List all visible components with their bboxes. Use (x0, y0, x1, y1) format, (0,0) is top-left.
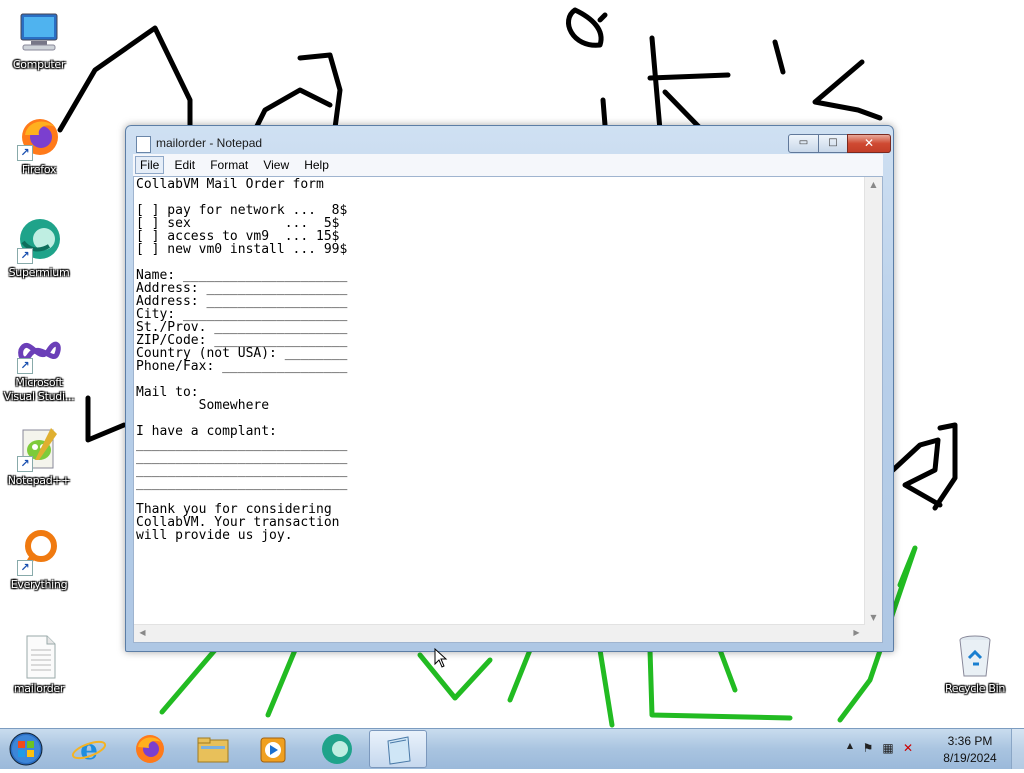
show-desktop-button[interactable] (1011, 729, 1024, 769)
network-icon[interactable]: ▦ (880, 741, 896, 757)
shortcut-arrow-icon: ↗ (17, 560, 33, 576)
everything-icon: ↗ (15, 528, 63, 576)
file-explorer-icon (197, 737, 229, 763)
start-orb-icon (9, 732, 43, 766)
text-file-icon (15, 632, 63, 680)
maximize-button[interactable]: □ (818, 134, 848, 153)
taskbar: e ▲ ⚑ ▦ ✕ 3:36 PM 8/19/2024 (0, 728, 1024, 769)
shortcut-arrow-icon: ↗ (17, 456, 33, 472)
minimize-icon: ▭ (798, 137, 809, 148)
close-icon: ✕ (863, 136, 875, 150)
notepad-window[interactable]: mailorder - Notepad ▭ □ ✕ File Edit Form… (125, 125, 894, 652)
menu-view[interactable]: View (258, 156, 294, 174)
menu-file[interactable]: File (135, 156, 165, 174)
recycle-bin-icon (951, 632, 999, 680)
media-player-icon (260, 737, 286, 763)
desktop-icon-label: Microsoft Visual Studi... (3, 376, 75, 403)
clock-time[interactable]: 3:36 PM (940, 734, 1000, 748)
window-title: mailorder - Notepad (156, 136, 263, 150)
menu-format[interactable]: Format (205, 156, 253, 174)
taskbar-firefox[interactable] (121, 730, 179, 768)
volume-muted-icon[interactable]: ✕ (900, 741, 916, 757)
size-grip[interactable] (865, 625, 882, 642)
desktop-icon-label: Supermium (8, 266, 70, 279)
desktop-icon-label: Firefox (21, 163, 57, 176)
scroll-right-icon[interactable]: ▶ (848, 628, 865, 637)
taskbar-file-explorer[interactable] (184, 730, 242, 768)
taskbar-media-player[interactable] (245, 730, 303, 768)
close-button[interactable]: ✕ (847, 134, 891, 153)
visual-studio-icon: ↗ (15, 326, 63, 374)
shortcut-arrow-icon: ↗ (17, 145, 33, 161)
horizontal-scrollbar[interactable]: ◀ ▶ (134, 624, 865, 642)
desktop-icon-supermium[interactable]: ↗ Supermium (0, 216, 79, 280)
notepad-icon (136, 136, 151, 153)
clock-date[interactable]: 8/19/2024 (940, 751, 1000, 765)
vertical-scrollbar[interactable]: ▲ ▼ (864, 177, 882, 625)
desktop-icon-firefox[interactable]: ↗ Firefox (0, 113, 79, 177)
scroll-up-icon[interactable]: ▲ (865, 180, 882, 189)
computer-icon (15, 8, 63, 56)
desktop-icon-everything[interactable]: ↗ Everything (0, 528, 79, 592)
minimize-button[interactable]: ▭ (788, 134, 819, 153)
menu-help[interactable]: Help (299, 156, 334, 174)
desktop-icon-label: Notepad++ (7, 474, 71, 487)
desktop-icon-label: Recycle Bin (944, 682, 1006, 695)
supermium-icon: ↗ (15, 216, 63, 264)
notepad-plus-plus-icon: ↗ (15, 424, 63, 472)
desktop-icon-label: Everything (10, 578, 68, 591)
desktop-icon-notepad-plus-plus[interactable]: ↗ Notepad++ (0, 424, 79, 488)
taskbar-supermium[interactable] (308, 730, 366, 768)
show-hidden-icons-button[interactable]: ▲ (842, 741, 858, 757)
svg-text:e: e (80, 733, 98, 766)
desktop-icon-mailorder[interactable]: mailorder (0, 632, 79, 696)
document-text[interactable]: CollabVM Mail Order form [ ] pay for net… (136, 178, 863, 624)
system-tray: ▲ ⚑ ▦ ✕ 3:36 PM 8/19/2024 (834, 729, 1024, 769)
taskbar-internet-explorer[interactable]: e (60, 730, 118, 768)
menu-bar: File Edit Format View Help (133, 154, 883, 176)
scroll-left-icon[interactable]: ◀ (134, 628, 151, 637)
firefox-icon: ↗ (15, 113, 63, 161)
scroll-down-icon[interactable]: ▼ (865, 613, 882, 622)
action-center-flag-icon[interactable]: ⚑ (860, 741, 876, 757)
taskbar-notepad[interactable] (369, 730, 427, 768)
firefox-icon (136, 735, 164, 763)
desktop-icon-visual-studio[interactable]: ↗ Microsoft Visual Studi... (0, 326, 79, 404)
mouse-cursor-icon (434, 648, 448, 668)
shortcut-arrow-icon: ↗ (17, 358, 33, 374)
desktop-icon-label: mailorder (13, 682, 65, 695)
maximize-icon: □ (828, 137, 838, 148)
menu-edit[interactable]: Edit (169, 156, 200, 174)
supermium-icon (322, 734, 352, 764)
notepad-icon (387, 736, 411, 765)
editor-area[interactable]: CollabVM Mail Order form [ ] pay for net… (133, 176, 883, 643)
shortcut-arrow-icon: ↗ (17, 248, 33, 264)
desktop-icon-recycle-bin[interactable]: Recycle Bin (935, 632, 1015, 696)
desktop-icon-label: Computer (12, 58, 66, 71)
start-button[interactable] (4, 730, 48, 768)
desktop-icon-computer[interactable]: Computer (0, 8, 79, 72)
internet-explorer-icon: e (71, 733, 107, 766)
